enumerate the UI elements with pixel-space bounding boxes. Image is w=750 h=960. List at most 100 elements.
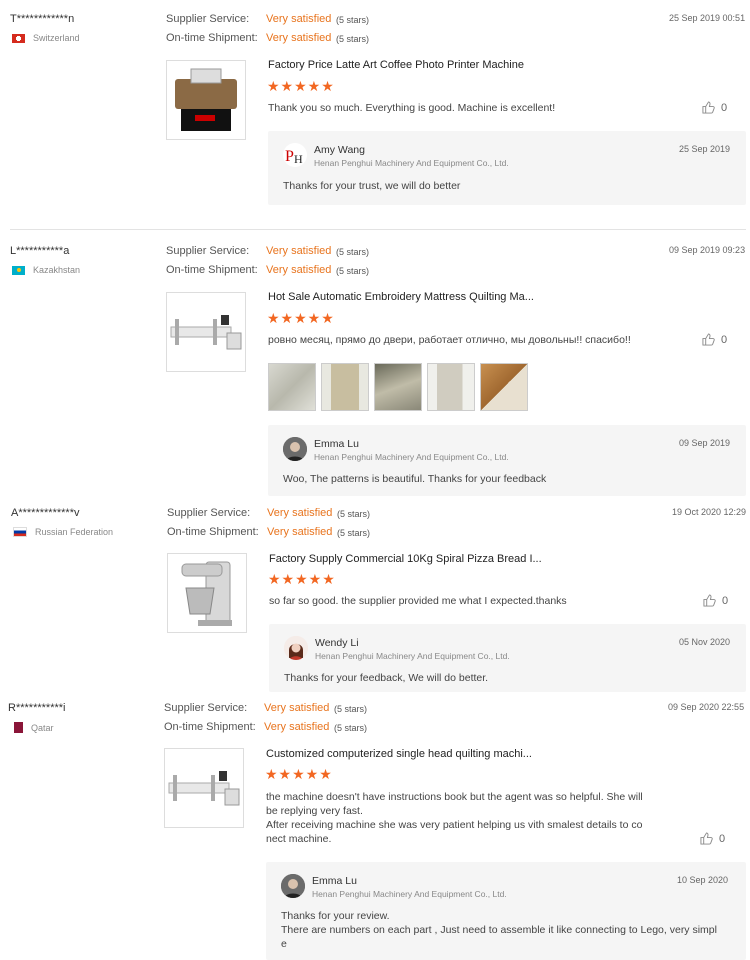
reply-text-line: There are numbers on each part , Just ne… bbox=[281, 924, 717, 936]
like-button[interactable]: 0 bbox=[702, 101, 727, 114]
reply-text-line: e bbox=[281, 938, 287, 950]
supplier-reply: PH Amy Wang Henan Penghui Machinery And … bbox=[268, 131, 746, 205]
supplier-service-label: Supplier Service: bbox=[167, 507, 251, 519]
ontime-shipment-rating: Very satisfied bbox=[266, 32, 332, 44]
review-photo[interactable] bbox=[374, 363, 422, 411]
reply-company: Henan Penghui Machinery And Equipment Co… bbox=[314, 158, 509, 168]
review-photo[interactable] bbox=[427, 363, 475, 411]
like-count: 0 bbox=[719, 832, 726, 845]
ontime-shipment-stars: (5 stars) bbox=[336, 266, 370, 276]
supplier-service-stars: (5 stars) bbox=[337, 509, 371, 519]
reviewer-country: Kazakhstan bbox=[12, 265, 80, 275]
supplier-service-rating: Very satisfied bbox=[267, 507, 333, 519]
svg-text:H: H bbox=[294, 152, 303, 166]
country-label: Qatar bbox=[31, 722, 54, 733]
reply-company: Henan Penghui Machinery And Equipment Co… bbox=[315, 651, 510, 661]
like-count: 0 bbox=[721, 333, 728, 346]
star-rating: ★★★★★ bbox=[267, 310, 335, 326]
reply-author: Wendy Li bbox=[315, 637, 359, 649]
reviewer-country: Qatar bbox=[14, 722, 54, 733]
reply-author: Amy Wang bbox=[314, 144, 365, 156]
ontime-shipment-label: On-time Shipment: bbox=[164, 721, 256, 733]
kazakhstan-flag-icon bbox=[12, 265, 25, 275]
review-card: R***********i Qatar Supplier Service: Ve… bbox=[0, 695, 750, 960]
like-count: 0 bbox=[721, 101, 728, 114]
russia-flag-icon bbox=[13, 527, 27, 537]
reply-date: 25 Sep 2019 bbox=[679, 144, 731, 154]
ontime-shipment-label: On-time Shipment: bbox=[167, 526, 259, 538]
review-text: so far so good. the supplier provided me… bbox=[269, 595, 567, 607]
reviewer-country: Switzerland bbox=[12, 33, 80, 43]
review-text: Thank you so much. Everything is good. M… bbox=[268, 102, 556, 114]
review-photo[interactable] bbox=[480, 363, 528, 411]
supplier-service-stars: (5 stars) bbox=[336, 15, 370, 25]
svg-text:P: P bbox=[285, 148, 294, 165]
supplier-service-rating: Very satisfied bbox=[264, 702, 330, 714]
product-title[interactable]: Factory Price Latte Art Coffee Photo Pri… bbox=[268, 59, 524, 71]
switzerland-flag-icon bbox=[12, 33, 25, 43]
product-title[interactable]: Customized computerized single head quil… bbox=[266, 748, 532, 760]
ontime-shipment-label: On-time Shipment: bbox=[166, 264, 258, 276]
ontime-shipment-stars: (5 stars) bbox=[334, 723, 368, 733]
ontime-shipment-rating: Very satisfied bbox=[267, 526, 333, 538]
review-photo[interactable] bbox=[321, 363, 369, 411]
like-button[interactable]: 0 bbox=[700, 832, 725, 845]
supplier-service-rating: Very satisfied bbox=[266, 245, 332, 257]
reply-text-line: Thanks for your review. bbox=[281, 910, 390, 922]
like-count: 0 bbox=[722, 594, 729, 607]
country-label: Russian Federation bbox=[35, 527, 114, 537]
star-rating: ★★★★★ bbox=[265, 766, 333, 782]
thumbs-up-icon bbox=[703, 594, 716, 607]
reply-text: Thanks for your feedback, We will do bet… bbox=[284, 672, 489, 684]
avatar: PH bbox=[283, 143, 307, 167]
product-thumbnail[interactable] bbox=[164, 748, 244, 828]
thumbs-up-icon bbox=[702, 333, 715, 346]
review-date: 09 Sep 2019 09:23 bbox=[669, 245, 746, 255]
product-thumbnail[interactable] bbox=[166, 60, 246, 140]
product-title[interactable]: Factory Supply Commercial 10Kg Spiral Pi… bbox=[269, 553, 542, 565]
thumbs-up-icon bbox=[700, 832, 713, 845]
reviewer-name: T************n bbox=[10, 13, 75, 25]
review-text-line: After receiving machine she was very pat… bbox=[266, 819, 643, 831]
ontime-shipment-rating: Very satisfied bbox=[264, 721, 330, 733]
avatar bbox=[284, 636, 308, 660]
review-date: 09 Sep 2020 22:55 bbox=[668, 702, 745, 712]
review-text: ровно месяц, прямо до двери, работает от… bbox=[268, 334, 631, 346]
supplier-service-stars: (5 stars) bbox=[336, 247, 370, 257]
reply-date: 05 Nov 2020 bbox=[679, 637, 731, 647]
avatar bbox=[283, 437, 307, 461]
ontime-shipment-stars: (5 stars) bbox=[336, 34, 370, 44]
reply-date: 09 Sep 2019 bbox=[679, 438, 731, 448]
reply-date: 10 Sep 2020 bbox=[677, 875, 729, 885]
qatar-flag-icon bbox=[14, 722, 23, 733]
review-photo[interactable] bbox=[268, 363, 316, 411]
like-button[interactable]: 0 bbox=[703, 594, 728, 607]
review-date: 25 Sep 2019 00:51 bbox=[669, 13, 746, 23]
ontime-shipment-label: On-time Shipment: bbox=[166, 32, 258, 44]
supplier-reply: Emma Lu Henan Penghui Machinery And Equi… bbox=[266, 862, 746, 960]
thumbs-up-icon bbox=[702, 101, 715, 114]
reply-author: Emma Lu bbox=[314, 438, 359, 450]
reply-text: Woo, The patterns is beautiful. Thanks f… bbox=[283, 473, 547, 485]
like-button[interactable]: 0 bbox=[702, 333, 727, 346]
divider bbox=[10, 229, 746, 230]
supplier-service-stars: (5 stars) bbox=[334, 704, 368, 714]
avatar bbox=[281, 874, 305, 898]
supplier-service-label: Supplier Service: bbox=[166, 13, 250, 25]
review-text-line: nect machine. bbox=[266, 833, 332, 845]
review-text-line: the machine doesn't have instructions bo… bbox=[266, 791, 643, 803]
review-card: L***********a Kazakhstan Supplier Servic… bbox=[0, 232, 750, 500]
product-title[interactable]: Hot Sale Automatic Embroidery Mattress Q… bbox=[268, 291, 534, 303]
product-thumbnail[interactable] bbox=[166, 292, 246, 372]
reply-text: Thanks for your review. There are number… bbox=[281, 909, 731, 951]
supplier-reply: Emma Lu Henan Penghui Machinery And Equi… bbox=[268, 425, 746, 496]
reply-company: Henan Penghui Machinery And Equipment Co… bbox=[312, 889, 507, 899]
review-date: 19 Oct 2020 12:29 bbox=[672, 507, 747, 517]
reviewer-name: L***********a bbox=[10, 245, 70, 257]
supplier-service-label: Supplier Service: bbox=[164, 702, 248, 714]
supplier-service-rating: Very satisfied bbox=[266, 13, 332, 25]
star-rating: ★★★★★ bbox=[268, 571, 336, 587]
star-rating: ★★★★★ bbox=[267, 78, 335, 94]
reply-company: Henan Penghui Machinery And Equipment Co… bbox=[314, 452, 509, 462]
product-thumbnail[interactable] bbox=[167, 553, 247, 633]
